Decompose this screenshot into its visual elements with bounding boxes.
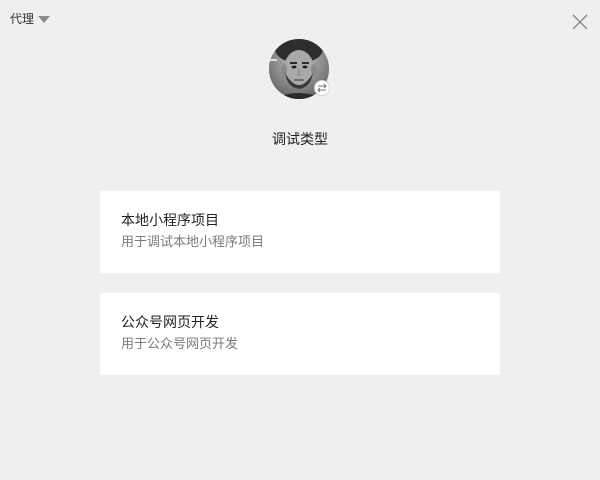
triangle-down-icon: [38, 16, 51, 23]
option-description: 用于调试本地小程序项目: [121, 235, 265, 250]
option-title: 公众号网页开发: [121, 315, 219, 331]
switch-arrows-icon: [317, 83, 327, 93]
proxy-label: 代理: [10, 12, 35, 26]
option-description: 用于公众号网页开发: [121, 337, 239, 352]
switch-account-button[interactable]: [314, 80, 330, 96]
option-card-official-account-web[interactable]: 公众号网页开发 用于公众号网页开发: [100, 293, 500, 375]
page-title: 调试类型: [272, 132, 328, 148]
close-button[interactable]: [570, 12, 590, 32]
proxy-dropdown[interactable]: 代理: [10, 10, 51, 28]
avatar-container: [269, 39, 331, 101]
option-card-local-miniprogram[interactable]: 本地小程序项目 用于调试本地小程序项目: [100, 191, 500, 273]
option-title: 本地小程序项目: [121, 213, 219, 229]
close-icon: [572, 14, 588, 30]
